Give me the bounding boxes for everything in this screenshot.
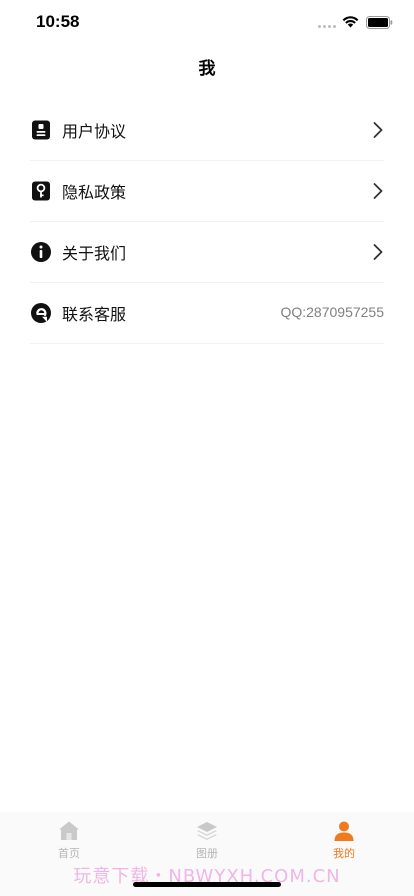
chevron-right-icon — [373, 122, 383, 138]
status-bar: 10:58 — [0, 0, 414, 44]
status-time: 10:58 — [36, 12, 80, 31]
menu-item-label: 隐私政策 — [62, 183, 127, 202]
contact-icon — [30, 302, 52, 324]
info-icon — [30, 241, 52, 263]
qq-number: QQ:2870957255 — [280, 304, 384, 320]
home-icon — [59, 821, 79, 840]
home-indicator — [133, 882, 281, 887]
menu-item-about-us[interactable]: 关于我们 — [30, 222, 384, 283]
settings-menu: 用户协议 隐私政策 关于我们 联系客服 QQ:2870957255 — [0, 100, 414, 344]
menu-item-label: 联系客服 — [62, 305, 127, 324]
menu-item-user-agreement[interactable]: 用户协议 — [30, 100, 384, 161]
layers-icon — [197, 822, 217, 840]
menu-item-privacy-policy[interactable]: 隐私政策 — [30, 161, 384, 222]
menu-item-label: 用户协议 — [62, 122, 127, 141]
screen: 10:58 我 用户协议 隐私政策 关于我们 联系客服 QQ:287095725… — [0, 0, 414, 896]
tab-label: 图册 — [196, 847, 218, 860]
page-title: 我 — [198, 59, 216, 79]
chevron-right-icon — [373, 244, 383, 260]
menu-item-contact-support[interactable]: 联系客服 QQ:2870957255 — [30, 283, 384, 344]
person-icon — [334, 821, 354, 841]
document-icon — [30, 119, 52, 141]
key-icon — [30, 180, 52, 202]
tab-label: 我的 — [333, 847, 355, 860]
tab-album[interactable]: 图册 — [167, 820, 247, 861]
tab-home[interactable]: 首页 — [29, 820, 109, 861]
chevron-right-icon — [373, 183, 383, 199]
tab-label: 首页 — [58, 847, 80, 860]
battery-icon — [366, 16, 393, 29]
tab-mine[interactable]: 我的 — [304, 820, 384, 861]
menu-item-label: 关于我们 — [62, 244, 127, 263]
wifi-icon — [342, 16, 359, 28]
cellular-dots-icon — [318, 25, 338, 29]
